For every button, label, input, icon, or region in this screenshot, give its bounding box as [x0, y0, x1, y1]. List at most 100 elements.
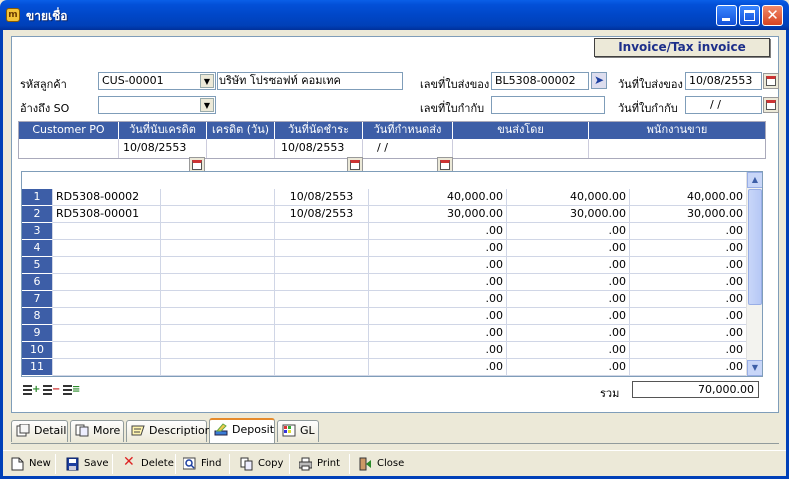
cell-deduct[interactable]: 30,000.00: [630, 206, 747, 223]
tab-more[interactable]: More: [70, 420, 124, 442]
cell-deposit-no[interactable]: [53, 308, 161, 325]
cell-date[interactable]: 10/08/2553: [275, 206, 369, 223]
delete-button[interactable]: ✕ Delete: [123, 455, 174, 473]
cell-total[interactable]: .00: [369, 325, 507, 342]
delete-row-button[interactable]: −: [41, 382, 60, 399]
close-window-button[interactable]: ✕: [762, 5, 783, 26]
find-button[interactable]: Find: [183, 455, 222, 473]
cell-total[interactable]: .00: [369, 308, 507, 325]
cell-deduct[interactable]: .00: [630, 291, 747, 308]
tab-description[interactable]: Description: [126, 420, 212, 442]
cell-balance[interactable]: .00: [507, 325, 630, 342]
cell-total[interactable]: .00: [369, 223, 507, 240]
print-button[interactable]: Print: [299, 455, 340, 473]
cell-deduct[interactable]: .00: [630, 325, 747, 342]
tab-detail[interactable]: Detail: [11, 420, 68, 442]
cell-tax-no[interactable]: [161, 291, 275, 308]
delivery-date-field[interactable]: 10/08/2553: [685, 72, 762, 90]
cell-deposit-no[interactable]: [53, 223, 161, 240]
cell-tax-no[interactable]: [161, 189, 275, 206]
chevron-down-icon[interactable]: ▼: [200, 98, 214, 112]
ship-by-field[interactable]: [453, 139, 589, 158]
app-icon[interactable]: m: [6, 8, 20, 22]
so-ref-combo[interactable]: ▼: [98, 96, 216, 114]
copy-button[interactable]: Copy: [240, 455, 283, 473]
minimize-button[interactable]: [716, 5, 737, 26]
cell-total[interactable]: .00: [369, 342, 507, 359]
append-row-button[interactable]: ≡: [61, 382, 80, 399]
ship-date-field[interactable]: / /: [363, 139, 453, 158]
cell-date[interactable]: [275, 257, 369, 274]
cell-total[interactable]: .00: [369, 291, 507, 308]
credit-days-field[interactable]: [207, 139, 275, 158]
cell-deposit-no[interactable]: [53, 291, 161, 308]
delivery-no-field[interactable]: BL5308-00002: [491, 72, 589, 90]
scroll-down-button[interactable]: ▼: [747, 360, 762, 376]
cell-deduct[interactable]: .00: [630, 223, 747, 240]
close-button[interactable]: Close: [359, 455, 404, 473]
cell-deduct[interactable]: .00: [630, 308, 747, 325]
new-button[interactable]: New: [11, 455, 51, 473]
cell-deposit-no[interactable]: [53, 325, 161, 342]
cell-balance[interactable]: .00: [507, 359, 630, 376]
cell-tax-no[interactable]: [161, 359, 275, 376]
cell-tax-no[interactable]: [161, 223, 275, 240]
cell-balance[interactable]: .00: [507, 257, 630, 274]
save-button[interactable]: Save: [66, 455, 109, 473]
cell-total[interactable]: .00: [369, 240, 507, 257]
cell-deduct[interactable]: .00: [630, 359, 747, 376]
cell-deposit-no[interactable]: [53, 240, 161, 257]
delivery-search-button[interactable]: ➤: [591, 72, 607, 89]
tax-date-calendar-button[interactable]: [763, 97, 779, 113]
tax-date-field[interactable]: / /: [685, 96, 762, 114]
cell-deposit-no[interactable]: RD5308-00002: [53, 189, 161, 206]
cell-total[interactable]: 30,000.00: [369, 206, 507, 223]
cell-tax-no[interactable]: [161, 257, 275, 274]
cell-tax-no[interactable]: [161, 308, 275, 325]
cell-date[interactable]: [275, 359, 369, 376]
maximize-button[interactable]: [739, 5, 760, 26]
cell-deposit-no[interactable]: [53, 359, 161, 376]
cell-balance[interactable]: .00: [507, 342, 630, 359]
tab-deposit[interactable]: Deposit: [209, 418, 275, 443]
cell-balance[interactable]: 30,000.00: [507, 206, 630, 223]
cell-tax-no[interactable]: [161, 206, 275, 223]
customer-code-combo[interactable]: CUS-00001 ▼: [98, 72, 216, 90]
cell-tax-no[interactable]: [161, 274, 275, 291]
cell-deduct[interactable]: .00: [630, 342, 747, 359]
cell-tax-no[interactable]: [161, 342, 275, 359]
cell-deposit-no[interactable]: RD5308-00001: [53, 206, 161, 223]
cell-total[interactable]: 40,000.00: [369, 189, 507, 206]
cell-deduct[interactable]: .00: [630, 257, 747, 274]
cell-total[interactable]: .00: [369, 257, 507, 274]
cell-deduct[interactable]: 40,000.00: [630, 189, 747, 206]
cell-deposit-no[interactable]: [53, 257, 161, 274]
cell-date[interactable]: [275, 240, 369, 257]
delivery-date-calendar-button[interactable]: [763, 73, 779, 89]
cell-date[interactable]: [275, 308, 369, 325]
cell-balance[interactable]: .00: [507, 240, 630, 257]
cell-date[interactable]: [275, 291, 369, 308]
cell-deposit-no[interactable]: [53, 274, 161, 291]
customer-po-field[interactable]: [19, 139, 119, 158]
cell-date[interactable]: [275, 342, 369, 359]
cell-tax-no[interactable]: [161, 325, 275, 342]
cell-date[interactable]: [275, 223, 369, 240]
scroll-up-button[interactable]: ▲: [747, 172, 762, 188]
due-date-field[interactable]: 10/08/2553: [275, 139, 363, 158]
credit-start-field[interactable]: 10/08/2553: [119, 139, 207, 158]
cell-deduct[interactable]: .00: [630, 274, 747, 291]
salesman-field[interactable]: [589, 139, 765, 158]
cell-tax-no[interactable]: [161, 240, 275, 257]
cell-balance[interactable]: 40,000.00: [507, 189, 630, 206]
cell-balance[interactable]: .00: [507, 308, 630, 325]
cell-balance[interactable]: .00: [507, 223, 630, 240]
chevron-down-icon[interactable]: ▼: [200, 74, 214, 88]
vertical-scrollbar[interactable]: ▲ ▼: [746, 172, 762, 376]
cell-date[interactable]: [275, 325, 369, 342]
cell-deduct[interactable]: .00: [630, 240, 747, 257]
cell-date[interactable]: [275, 274, 369, 291]
cell-balance[interactable]: .00: [507, 291, 630, 308]
scroll-thumb[interactable]: [748, 189, 762, 305]
cell-date[interactable]: 10/08/2553: [275, 189, 369, 206]
